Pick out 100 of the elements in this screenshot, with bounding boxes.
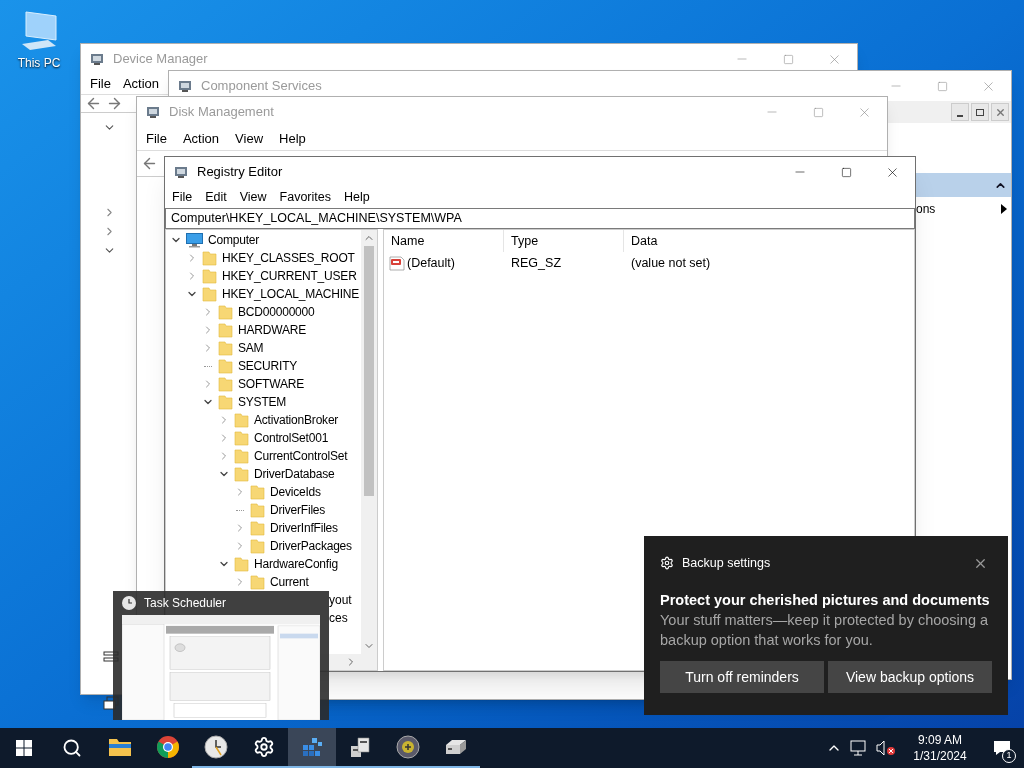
- thumbnail-tooltip[interactable]: Task Scheduler: [113, 591, 329, 720]
- tree-item[interactable]: DriverPackages: [270, 537, 352, 555]
- menu-item[interactable]: File: [90, 74, 111, 94]
- folder-icon: [250, 520, 265, 536]
- network-icon[interactable]: [850, 740, 868, 756]
- clock-date[interactable]: 1/31/2024: [913, 748, 967, 764]
- menu-item[interactable]: Action: [182, 128, 220, 149]
- vertical-scrollbar[interactable]: [361, 230, 377, 654]
- clock-icon: [204, 735, 228, 759]
- restore-icon: [976, 108, 984, 116]
- settings-icon: [660, 556, 674, 570]
- menu-item[interactable]: Favorites: [279, 188, 331, 207]
- folder-icon: [250, 502, 265, 518]
- folder-icon: [202, 268, 217, 284]
- maximize-icon: [936, 80, 948, 92]
- folder-icon: [234, 412, 249, 428]
- notification-action-button[interactable]: Turn off reminders: [660, 661, 824, 693]
- window-icon: [145, 104, 161, 120]
- folder-icon: [218, 304, 233, 320]
- folder-icon: [234, 556, 249, 572]
- computer-icon: [186, 232, 203, 248]
- column-header[interactable]: Type: [504, 230, 624, 252]
- minimize-icon: [957, 115, 963, 117]
- folder-icon: [234, 430, 249, 446]
- muted-speaker-icon[interactable]: [876, 740, 896, 756]
- folder-icon: [218, 376, 233, 392]
- close-icon: [994, 106, 1006, 118]
- menu-item[interactable]: File: [146, 128, 167, 149]
- folder-icon: [218, 340, 233, 356]
- maximize-icon: [840, 166, 852, 178]
- tree-item[interactable]: ces: [329, 609, 348, 627]
- menu-item[interactable]: View: [239, 188, 267, 207]
- tree-item[interactable]: SAM: [238, 339, 264, 357]
- window-title: Component Services: [201, 77, 322, 96]
- tree-item[interactable]: SECURITY: [238, 357, 298, 375]
- tree-item[interactable]: Current: [270, 573, 309, 591]
- close-button[interactable]: [991, 103, 1009, 121]
- table-cell-text: (Default): [407, 254, 455, 272]
- scrollbar-thumb[interactable]: [364, 246, 374, 496]
- folder-icon: [234, 448, 249, 464]
- tree-item[interactable]: SYSTEM: [238, 393, 287, 411]
- cubes-icon: [300, 735, 324, 759]
- menu-item[interactable]: View: [235, 128, 264, 149]
- tree-item[interactable]: DriverDatabase: [254, 465, 335, 483]
- address-field[interactable]: Computer\HKEY_LOCAL_MACHINE\SYSTEM\WPA: [165, 208, 915, 229]
- globe-icon: [396, 735, 420, 759]
- table-cell-text: REG_SZ: [510, 254, 562, 272]
- tree-item[interactable]: HardwareConfig: [254, 555, 338, 573]
- tree-item[interactable]: DriverFiles: [270, 501, 326, 519]
- action-center-button[interactable]: 1: [980, 728, 1024, 768]
- tree-item[interactable]: ControlSet001: [254, 429, 329, 447]
- window-title: Device Manager: [113, 50, 208, 69]
- column-header[interactable]: Name: [384, 230, 504, 252]
- window-icon: [173, 164, 189, 180]
- notification-heading: Protect your cherished pictures and documents: [660, 591, 991, 610]
- folder-icon: [218, 322, 233, 338]
- tree-item[interactable]: HKEY_CURRENT_USER: [222, 267, 357, 285]
- notification-action-button[interactable]: View backup options: [828, 661, 992, 693]
- table-cell-text: (value not set): [630, 254, 712, 272]
- tree-item[interactable]: ActivationBroker: [254, 411, 339, 429]
- actions-pane-entry[interactable]: ons: [916, 200, 936, 218]
- window-icon: [177, 78, 193, 94]
- drive-icon: [444, 737, 468, 757]
- menu-item[interactable]: File: [172, 188, 193, 207]
- menu-item[interactable]: Edit: [205, 188, 227, 207]
- menu-item[interactable]: Action: [122, 74, 160, 94]
- tree-item[interactable]: HKEY_CLASSES_ROOT: [222, 249, 355, 267]
- tree-item[interactable]: DeviceIds: [270, 483, 321, 501]
- tree-item[interactable]: Computer: [208, 231, 260, 249]
- tree-item[interactable]: HKEY_LOCAL_MACHINE: [222, 285, 360, 303]
- tree-item[interactable]: HARDWARE: [238, 321, 306, 339]
- tree-item[interactable]: BCD00000000: [238, 303, 315, 321]
- menu-item[interactable]: Help: [279, 128, 306, 149]
- settings-icon: [253, 736, 275, 758]
- notification-app-name: Backup settings: [682, 554, 771, 572]
- folder-icon: [234, 466, 249, 482]
- message-icon: [993, 740, 1011, 756]
- folder-icon: [250, 538, 265, 554]
- minimize-button[interactable]: [951, 103, 969, 121]
- window-title: Registry Editor: [197, 163, 283, 182]
- tree-item[interactable]: DriverInfFiles: [270, 519, 338, 537]
- folder-icon: [218, 394, 233, 410]
- folder-icon: [108, 737, 132, 757]
- tree-item[interactable]: SOFTWARE: [238, 375, 304, 393]
- submenu-arrow-icon: [1001, 204, 1007, 214]
- windows-icon: [16, 740, 32, 756]
- notification-body: Your stuff matters—keep it protected by choosing a backup option that works for you.: [660, 611, 990, 650]
- column-header[interactable]: Data: [624, 230, 914, 252]
- folder-icon: [250, 484, 265, 500]
- circle-logo-icon: [156, 735, 180, 759]
- notification-count: 1: [1002, 749, 1016, 763]
- computer-tower-icon: [348, 736, 372, 758]
- tree-item[interactable]: yout: [329, 591, 352, 609]
- menu-item[interactable]: Help: [344, 188, 370, 207]
- clock-time[interactable]: 9:09 AM: [918, 732, 962, 748]
- folder-icon: [202, 286, 217, 302]
- window-icon: [89, 51, 105, 67]
- tree-item[interactable]: CurrentControlSet: [254, 447, 348, 465]
- clock-icon: [121, 595, 137, 611]
- restore-button[interactable]: [971, 103, 989, 121]
